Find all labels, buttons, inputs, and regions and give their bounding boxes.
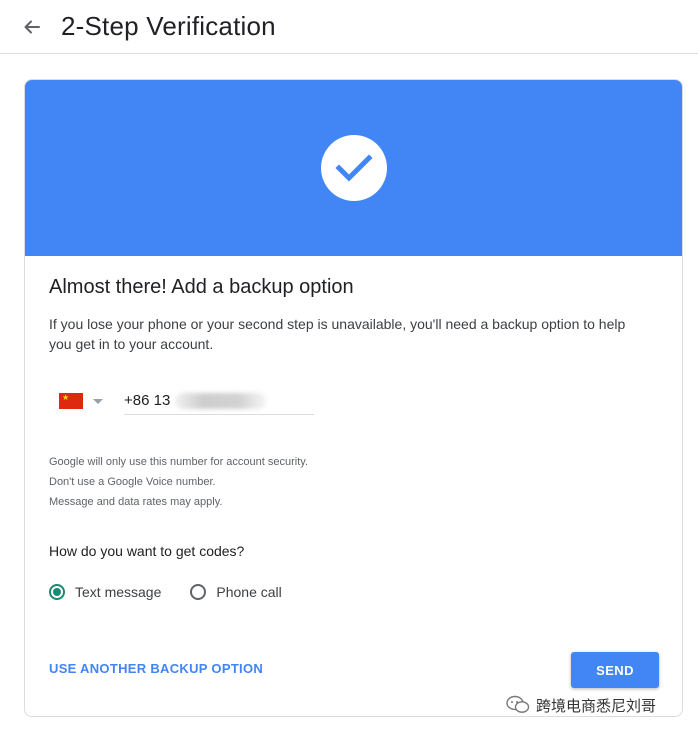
send-button[interactable]: SEND — [571, 652, 659, 688]
wechat-icon — [506, 695, 530, 715]
country-selector[interactable]: ★ — [59, 390, 111, 412]
watermark: 跨境电商悉尼刘哥 — [506, 693, 656, 717]
note-line: Google will only use this number for acc… — [49, 456, 309, 468]
radio-phone-call[interactable]: Phone call — [190, 584, 282, 600]
section-heading: Almost there! Add a backup option — [49, 276, 354, 298]
watermark-text: 跨境电商悉尼刘哥 — [536, 696, 657, 715]
check-circle-icon — [321, 135, 387, 201]
redacted-digits — [175, 393, 267, 409]
note-line: Don't use a Google Voice number. — [49, 476, 216, 488]
section-description: If you lose your phone or your second st… — [49, 316, 626, 352]
codes-question: How do you want to get codes? — [49, 543, 245, 559]
radio-button-checked[interactable] — [49, 584, 65, 600]
code-method-group: Text message Phone call — [49, 580, 311, 604]
radio-label: Text message — [75, 584, 162, 600]
top-bar: 2-Step Verification — [0, 0, 698, 54]
banner — [25, 80, 682, 256]
page: 2-Step Verification Almost there! Add a … — [0, 0, 698, 736]
arrow-left-icon — [24, 20, 40, 34]
verification-card: Almost there! Add a backup option If you… — [24, 79, 683, 717]
note-line: Message and data rates may apply. — [49, 496, 223, 508]
radio-text-message[interactable]: Text message — [49, 584, 161, 600]
page-title: 2-Step Verification — [61, 11, 276, 41]
chevron-down-icon — [93, 398, 103, 404]
radio-button[interactable] — [190, 584, 207, 600]
use-another-backup-option-button[interactable]: USE ANOTHER BACKUP OPTION — [49, 661, 263, 676]
china-flag-icon: ★ — [59, 393, 83, 409]
phone-notes: Google will only use this number for acc… — [49, 452, 549, 512]
radio-label: Phone call — [216, 584, 282, 600]
back-button[interactable] — [18, 13, 46, 41]
